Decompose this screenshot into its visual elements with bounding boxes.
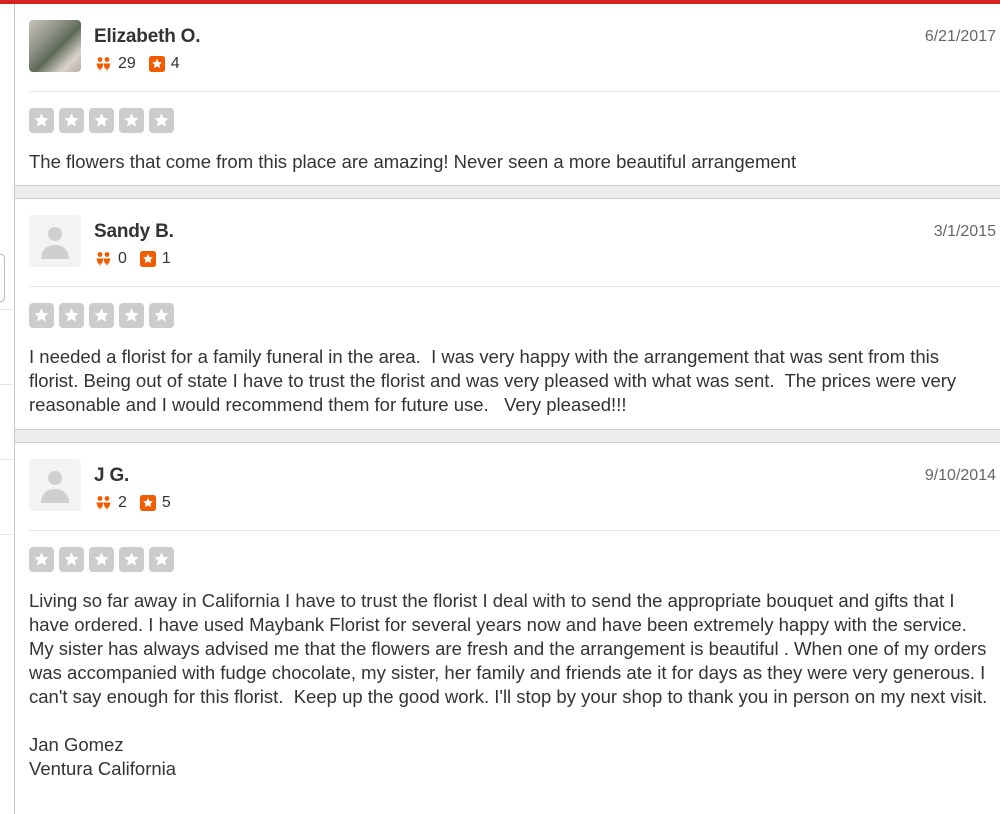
review-date: 9/10/2014 [924,467,996,484]
star-icon [89,547,114,572]
sidebar-edge-divider [0,459,13,460]
star-icon [149,547,174,572]
review-signature-line: Ventura California [29,758,177,779]
star-icon [89,108,114,133]
review-separator [15,429,1000,443]
review-body: I needed a florist for a family funeral … [29,345,989,417]
review-date: 3/1/2015 [933,223,996,240]
sidebar-edge-mark [0,18,4,30]
friends-icon [96,496,111,511]
sidebar-edge-divider [0,384,13,385]
default-user-icon [41,227,69,259]
left-sidebar-edge [0,4,15,814]
user-name-link[interactable]: J G. [94,465,129,487]
review-item: J G. 2 5 9/10/2014 Living so far away in… [15,443,1000,814]
star-rating [29,547,179,572]
friend-count-value: 29 [118,55,136,72]
review-count-value: 4 [170,55,180,72]
friends-icon [96,57,111,72]
star-rating [29,303,179,328]
user-avatar[interactable] [29,20,81,72]
review-body: The flowers that come from this place ar… [29,150,989,174]
star-icon [29,108,54,133]
friend-count: 0 [95,250,127,268]
user-name-link[interactable]: Elizabeth O. [94,26,201,48]
review-paragraph: Living so far away in California I have … [29,590,992,707]
user-stats: 0 1 [95,250,184,268]
review-count-value: 1 [161,250,171,267]
star-icon [119,108,144,133]
review-body: Living so far away in California I have … [29,589,989,781]
review-count: 5 [139,494,171,512]
star-icon [29,303,54,328]
user-avatar[interactable] [29,215,81,267]
review-paragraph: I needed a florist for a family funeral … [29,346,962,415]
friend-count: 29 [95,55,136,73]
review-count: 4 [148,55,180,73]
star-icon [59,303,84,328]
star-icon [59,547,84,572]
user-stats: 29 4 [95,55,193,73]
review-date: 6/21/2017 [924,28,996,45]
default-user-icon [41,471,69,503]
review-star-icon [139,495,156,511]
sidebar-edge-divider [0,309,13,310]
star-icon [149,108,174,133]
review-star-icon [139,251,156,267]
review-divider [29,91,1000,92]
star-icon [119,303,144,328]
friend-count-value: 2 [118,494,127,511]
review-divider [29,530,1000,531]
review-signature-line: Jan Gomez [29,734,124,755]
friend-count: 2 [95,494,127,512]
review-star-icon [148,56,165,72]
review-divider [29,286,1000,287]
friend-count-value: 0 [118,250,127,267]
review-count-value: 5 [161,494,171,511]
sidebar-edge-divider [0,534,13,535]
star-icon [89,303,114,328]
review-count: 1 [139,250,171,268]
user-name-link[interactable]: Sandy B. [94,221,174,243]
review-paragraph: The flowers that come from this place ar… [29,151,797,172]
user-stats: 2 5 [95,494,184,512]
user-avatar[interactable] [29,459,81,511]
star-icon [119,547,144,572]
star-rating [29,108,179,133]
star-icon [59,108,84,133]
friends-icon [96,252,111,267]
star-icon [149,303,174,328]
review-separator [15,185,1000,199]
star-icon [29,547,54,572]
review-item: Elizabeth O. 29 4 6/21/2017 The flowers … [15,4,1000,185]
sidebar-edge-control[interactable] [0,254,5,302]
review-item: Sandy B. 0 1 3/1/2015 I needed a florist… [15,199,1000,429]
